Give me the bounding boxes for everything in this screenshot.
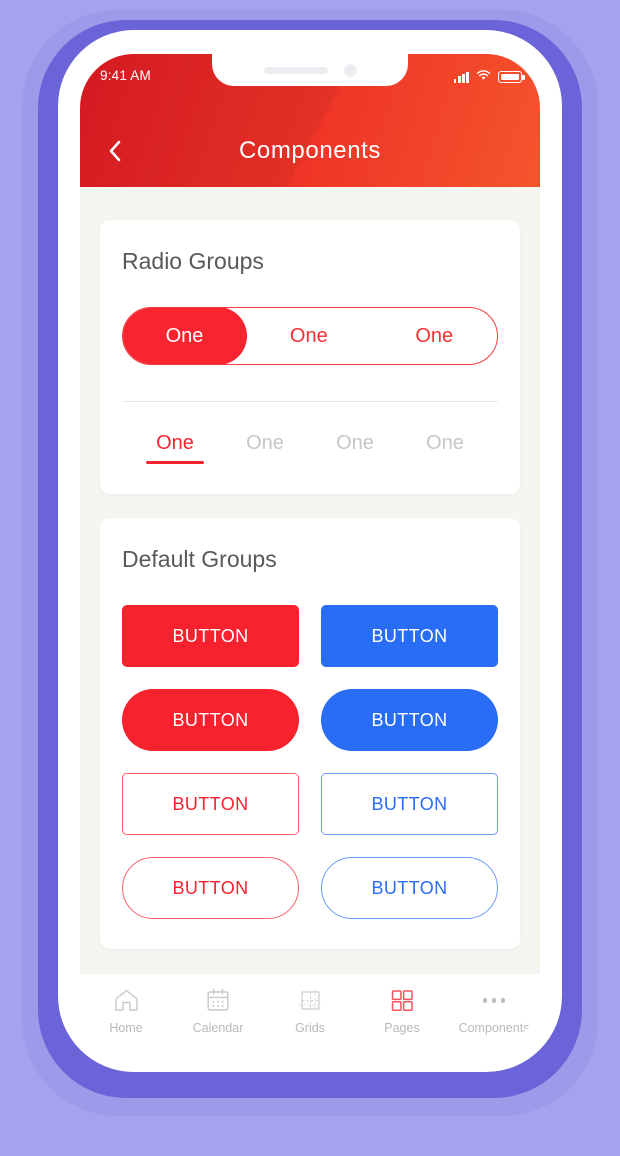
back-button[interactable]	[98, 134, 132, 168]
card-title: Default Groups	[122, 546, 277, 572]
ellipsis-icon	[482, 987, 506, 1014]
tab-label: One	[156, 432, 194, 454]
phone-notch	[212, 54, 408, 86]
segmented-control[interactable]: One One One	[122, 307, 498, 365]
phone-body: 9:41 AM Components Radio Groups One One …	[58, 30, 562, 1072]
grid-icon	[297, 987, 324, 1014]
status-bar-icons	[453, 68, 525, 86]
pages-icon	[389, 987, 415, 1014]
calendar-icon	[205, 987, 231, 1014]
battery-icon	[498, 71, 525, 83]
tab-label: One	[336, 432, 374, 454]
segment-option-2[interactable]: One	[246, 308, 371, 364]
nav-item-calendar[interactable]: Calendar	[172, 987, 264, 1035]
nav-label: Grids	[295, 1021, 325, 1035]
nav-label: Pages	[384, 1021, 420, 1035]
card-divider	[122, 401, 498, 402]
bottom-navigation: Home Calendar Grids Pages Components	[80, 974, 540, 1048]
segment-label: One	[289, 324, 328, 347]
scroll-content[interactable]: Radio Groups One One One One One One One…	[80, 187, 540, 974]
tab-label: One	[246, 432, 284, 454]
button-pill-red[interactable]: BUTTON	[122, 689, 299, 751]
nav-item-grids[interactable]: Grids	[264, 987, 356, 1035]
home-icon	[113, 987, 140, 1014]
nav-item-home[interactable]: Home	[80, 987, 172, 1035]
button-solid-red[interactable]: BUTTON	[122, 605, 299, 667]
tab-option-3[interactable]: One	[310, 432, 400, 464]
segment-option-3[interactable]: One	[372, 308, 497, 364]
app-header: 9:41 AM Components	[80, 54, 540, 187]
tab-option-1[interactable]: One	[130, 432, 220, 464]
segment-label: One	[415, 324, 454, 347]
card-default-groups: Default Groups BUTTON BUTTON BUTTON BUTT…	[100, 518, 520, 949]
button-outline-red[interactable]: BUTTON	[122, 773, 299, 835]
button-outline-pill-red[interactable]: BUTTON	[122, 857, 299, 919]
segment-label: One	[165, 324, 204, 347]
wifi-icon	[476, 68, 491, 86]
card-radio-groups: Radio Groups One One One One One One One	[100, 220, 520, 494]
chevron-left-icon	[109, 140, 121, 161]
nav-label: Home	[109, 1021, 143, 1035]
phone-screen: 9:41 AM Components Radio Groups One One …	[80, 54, 540, 1048]
tab-radio-group[interactable]: One One One One	[122, 432, 498, 464]
signal-bars-icon	[453, 71, 469, 83]
button-grid: BUTTON BUTTON BUTTON BUTTON BUTTON BUTTO…	[122, 605, 498, 919]
tab-label: One	[426, 432, 464, 454]
page-title: Components	[238, 136, 382, 164]
button-outline-blue[interactable]: BUTTON	[321, 773, 498, 835]
nav-item-pages[interactable]: Pages	[356, 987, 448, 1035]
header-bar: Components	[80, 114, 540, 187]
button-solid-blue[interactable]: BUTTON	[321, 605, 498, 667]
segment-option-1[interactable]: One	[123, 308, 248, 364]
front-camera	[343, 63, 357, 77]
nav-label: Components	[458, 1021, 530, 1035]
tab-option-2[interactable]: One	[220, 432, 310, 464]
speaker-grill	[263, 66, 328, 74]
nav-item-components[interactable]: Components	[448, 987, 540, 1035]
status-bar-time: 9:41 AM	[100, 68, 151, 83]
button-outline-pill-blue[interactable]: BUTTON	[321, 857, 498, 919]
button-pill-blue[interactable]: BUTTON	[321, 689, 498, 751]
nav-label: Calendar	[192, 1021, 244, 1035]
tab-option-4[interactable]: One	[400, 432, 490, 464]
card-title: Radio Groups	[122, 248, 264, 274]
